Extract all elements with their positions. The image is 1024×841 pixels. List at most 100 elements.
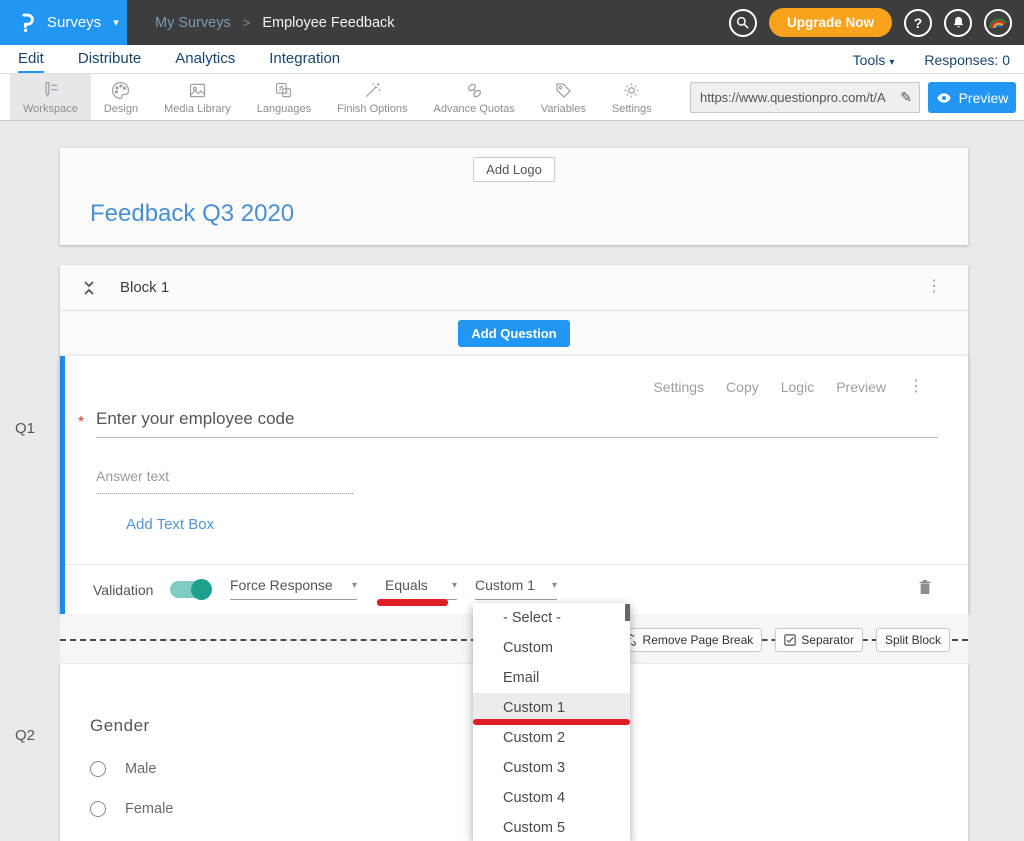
split-block-button[interactable]: Split Block: [876, 628, 950, 652]
question-1-card: Settings Copy Logic Preview ⋮ * Enter yo…: [60, 356, 968, 614]
option-label[interactable]: Female: [125, 801, 173, 817]
questionpro-survey-editor: Surveys ▾ My Surveys > Employee Feedback…: [0, 0, 1024, 841]
chevron-down-icon: ▾: [889, 57, 894, 68]
survey-url-input[interactable]: [691, 90, 900, 105]
remove-page-break-button[interactable]: Remove Page Break: [617, 628, 763, 652]
toolbar-item-languages[interactable]: A Languages: [244, 74, 324, 120]
toolbar-item-finish-options[interactable]: Finish Options: [324, 74, 420, 120]
wand-icon: [362, 79, 383, 101]
breadcrumb-current: Employee Feedback: [262, 15, 394, 31]
toolbar-item-design[interactable]: Design: [91, 74, 151, 120]
top-bar: Surveys ▾ My Surveys > Employee Feedback…: [0, 0, 1024, 45]
survey-title[interactable]: Feedback Q3 2020: [90, 200, 294, 228]
image-icon: [187, 79, 208, 101]
operator-select[interactable]: Equals ▾: [385, 577, 457, 600]
question-logic-link[interactable]: Logic: [781, 379, 814, 395]
question-settings-link[interactable]: Settings: [653, 379, 704, 395]
validation-label: Validation: [93, 582, 153, 598]
separator-button[interactable]: Separator: [775, 628, 863, 652]
workspace-icon: [40, 79, 61, 101]
dropdown-item-custom-5[interactable]: Custom 5: [473, 813, 630, 841]
question-actions: Settings Copy Logic Preview ⋮: [653, 379, 924, 395]
dropdown-item-custom-4[interactable]: Custom 4: [473, 783, 630, 813]
breadcrumb-parent[interactable]: My Surveys: [155, 15, 231, 31]
toolbar-item-workspace[interactable]: Workspace: [10, 74, 91, 120]
user-avatar[interactable]: [984, 9, 1012, 37]
toolbar-item-advance-quotas[interactable]: Advance Quotas: [420, 74, 527, 120]
pattern-select[interactable]: Custom 1 ▾: [475, 577, 557, 600]
dropdown-item-email[interactable]: Email: [473, 663, 630, 693]
tabs-group: Edit Distribute Analytics Integration: [0, 45, 374, 73]
annotation-underline-custom-1: [473, 719, 630, 725]
toolbar-item-settings[interactable]: Settings: [599, 74, 665, 120]
chain-icon: [464, 79, 485, 101]
trash-icon[interactable]: [918, 579, 932, 595]
dropdown-item-custom-3[interactable]: Custom 3: [473, 753, 630, 783]
dropdown-item-custom-2[interactable]: Custom 2: [473, 723, 630, 753]
question-text[interactable]: Enter your employee code: [96, 409, 294, 429]
breadcrumb-separator: >: [243, 15, 251, 30]
question-text[interactable]: Gender: [90, 716, 150, 736]
survey-header-card: Add Logo Feedback Q3 2020: [60, 148, 968, 245]
validation-toggle[interactable]: [170, 581, 210, 598]
dropdown-item-custom[interactable]: Custom: [473, 633, 630, 663]
kebab-icon[interactable]: ⋮: [926, 279, 942, 295]
palette-icon: [110, 79, 131, 101]
force-response-select[interactable]: Force Response ▾: [230, 577, 357, 600]
required-marker: *: [78, 414, 84, 432]
product-menu-label: Surveys: [47, 14, 101, 31]
answer-text-placeholder[interactable]: Answer text: [96, 468, 169, 484]
add-question-button[interactable]: Add Question: [458, 320, 569, 347]
chevron-down-icon: ▾: [552, 580, 557, 591]
annotation-underline-equals: [377, 599, 448, 606]
question-copy-link[interactable]: Copy: [726, 379, 759, 395]
preview-button[interactable]: Preview: [928, 82, 1016, 113]
responses-count[interactable]: Responses: 0: [924, 52, 1010, 68]
block-header: Block 1 ⋮: [60, 265, 968, 311]
question-preview-link[interactable]: Preview: [836, 379, 886, 395]
tag-icon: [553, 79, 574, 101]
add-text-box-link[interactable]: Add Text Box: [126, 516, 214, 533]
tab-edit[interactable]: Edit: [18, 45, 44, 73]
tab-analytics[interactable]: Analytics: [175, 45, 235, 73]
radio-icon[interactable]: [90, 761, 106, 777]
toolbar-item-variables[interactable]: Variables: [528, 74, 599, 120]
toolbar-item-media-library[interactable]: Media Library: [151, 74, 244, 120]
kebab-icon[interactable]: ⋮: [908, 379, 924, 395]
breadcrumb: My Surveys > Employee Feedback: [155, 15, 395, 31]
chevron-down-icon: ▾: [452, 580, 457, 591]
gear-icon: [621, 79, 642, 101]
survey-url-field: ✎: [690, 82, 920, 113]
nav-right-group: Tools▾ Responses: 0: [853, 45, 1010, 74]
bell-icon: [951, 15, 966, 30]
collapse-icon[interactable]: [82, 280, 96, 296]
chevron-down-icon: ▾: [113, 16, 119, 29]
radio-option: Male: [90, 761, 156, 777]
dropdown-item-select[interactable]: - Select -: [473, 603, 630, 633]
help-button[interactable]: ?: [904, 9, 932, 37]
survey-nav-tabs: Edit Distribute Analytics Integration To…: [0, 45, 1024, 74]
tab-integration[interactable]: Integration: [269, 45, 340, 73]
questionpro-logo: [16, 12, 37, 33]
notifications-button[interactable]: [944, 9, 972, 37]
dropdown-scrollbar[interactable]: [625, 604, 630, 621]
tab-distribute[interactable]: Distribute: [78, 45, 141, 73]
add-logo-button[interactable]: Add Logo: [473, 157, 555, 182]
toolbar-items: Workspace Design Media Library A Languag…: [0, 74, 665, 120]
option-label[interactable]: Male: [125, 761, 156, 777]
question-2-margin-label: Q2: [15, 727, 35, 744]
search-icon: [735, 15, 750, 30]
page-break-buttons: Remove Page Break Separator Split Block: [617, 628, 950, 652]
upgrade-now-button[interactable]: Upgrade Now: [769, 8, 892, 37]
answer-input-line: [96, 493, 353, 494]
radio-icon[interactable]: [90, 801, 106, 817]
product-switcher[interactable]: Surveys ▾: [0, 0, 127, 45]
pencil-icon[interactable]: ✎: [900, 89, 919, 106]
block-title[interactable]: Block 1: [120, 279, 169, 296]
search-button[interactable]: [729, 9, 757, 37]
tools-menu[interactable]: Tools▾: [853, 52, 895, 68]
translate-icon: A: [273, 79, 294, 101]
checkbox-icon: [784, 634, 796, 646]
chevron-down-icon: ▾: [352, 580, 357, 591]
block-card: Block 1 ⋮ Add Question: [60, 265, 968, 356]
